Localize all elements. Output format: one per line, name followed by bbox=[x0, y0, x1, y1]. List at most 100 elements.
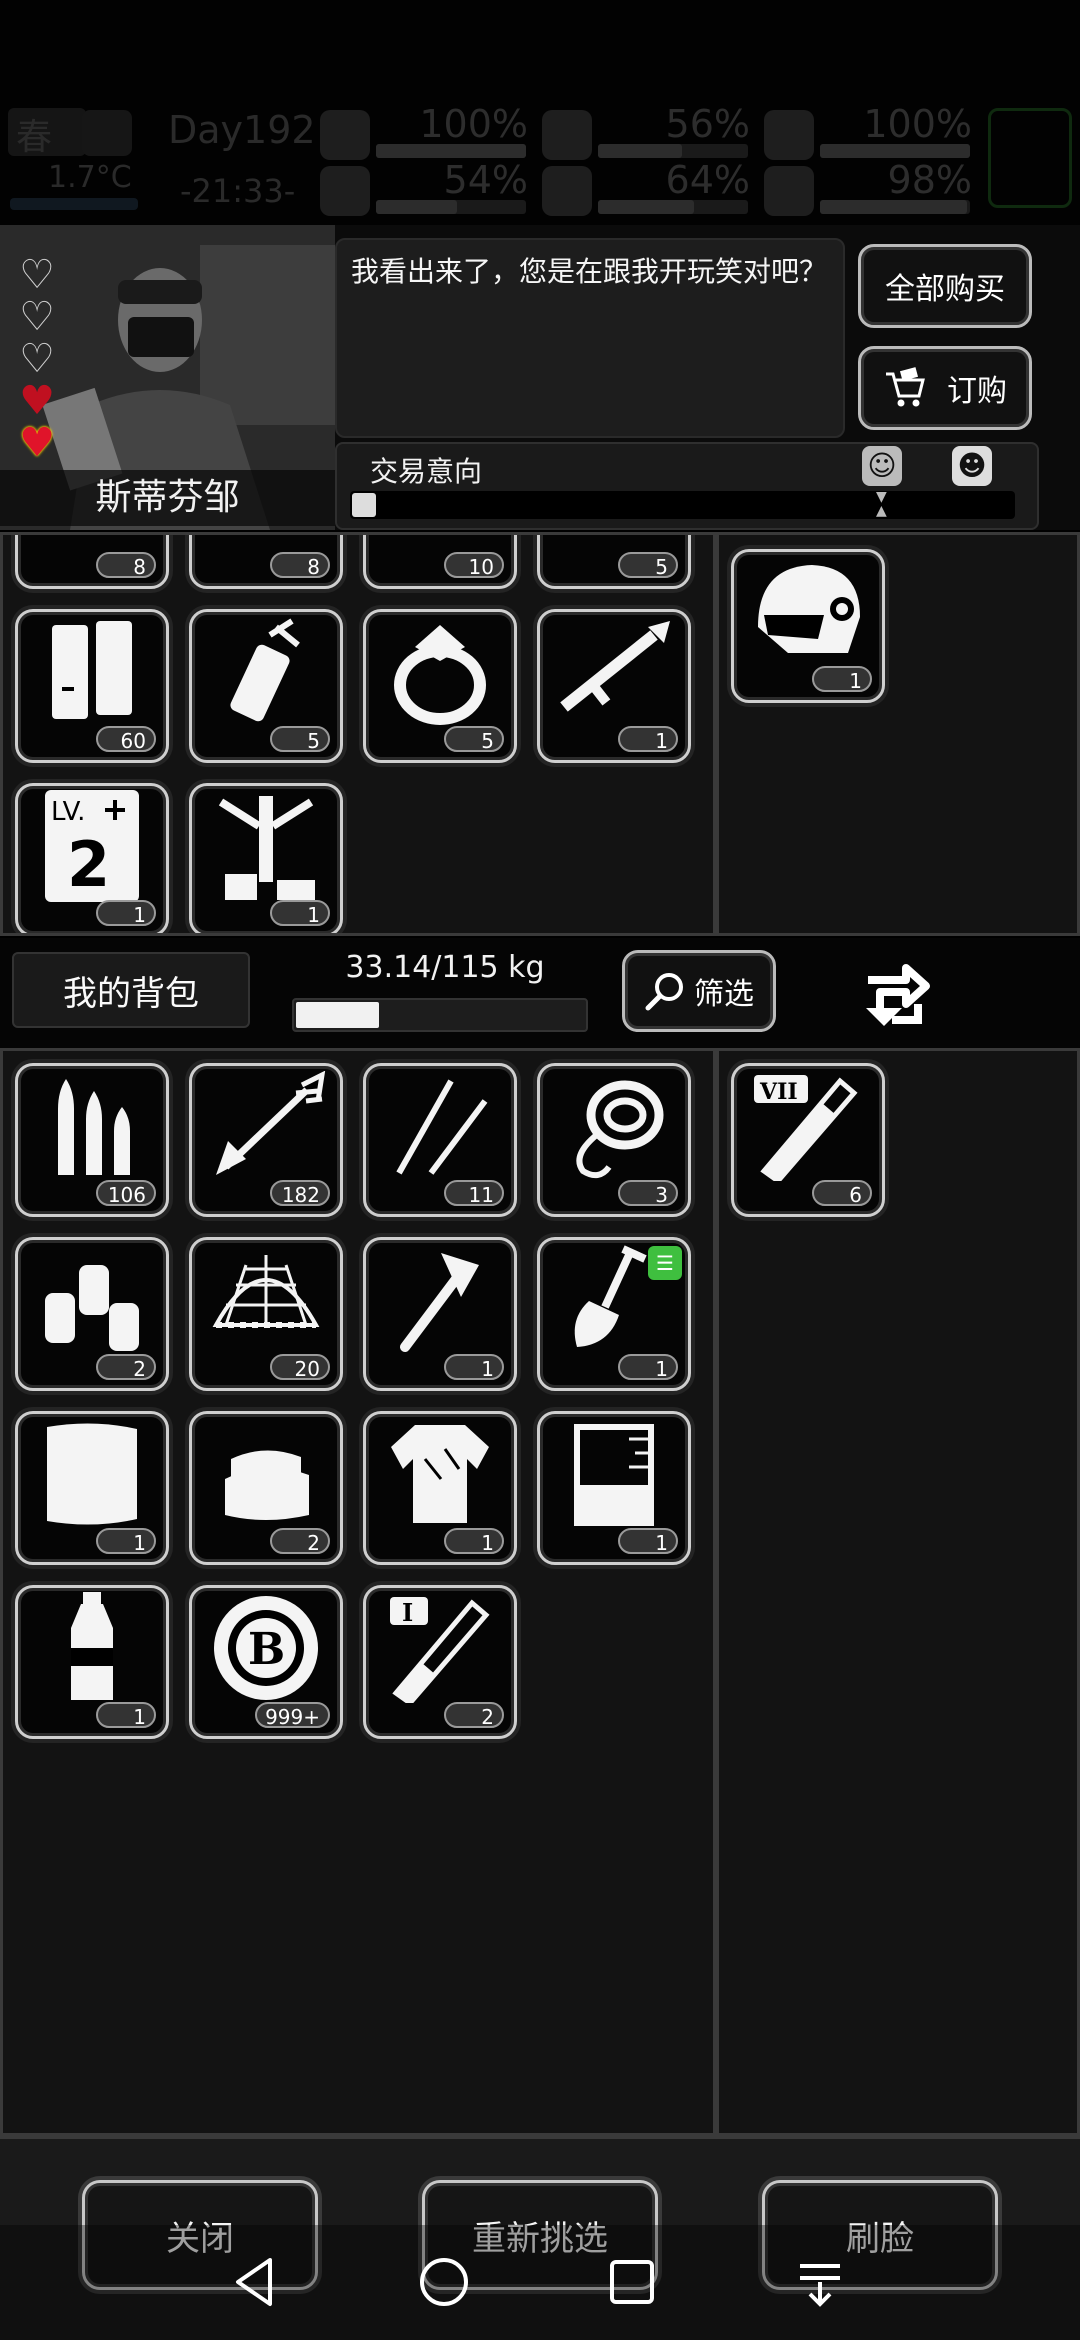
status-slot[interactable] bbox=[988, 108, 1072, 208]
neutral-face-icon: ☺ bbox=[862, 446, 902, 486]
item-slot[interactable]: 2 bbox=[189, 1411, 343, 1565]
item-count: 1 bbox=[618, 1528, 678, 1555]
coin-icon: B bbox=[192, 1588, 340, 1708]
item-slot[interactable]: 2 bbox=[15, 1237, 169, 1391]
stat-bar-fill bbox=[820, 200, 967, 214]
battery-icon bbox=[18, 612, 166, 732]
weather-icon bbox=[82, 110, 132, 156]
stat-bar bbox=[598, 144, 748, 158]
stat-bar bbox=[820, 200, 970, 214]
home-icon[interactable] bbox=[414, 2252, 474, 2312]
item-slot[interactable]: 5 bbox=[363, 609, 517, 763]
item-slot[interactable]: 1 bbox=[363, 1411, 517, 1565]
item-slot[interactable]: 3 bbox=[537, 1063, 691, 1217]
trader-offer-area[interactable]: 1 bbox=[716, 532, 1080, 936]
item-slot[interactable]: 1 bbox=[537, 609, 691, 763]
item-slot[interactable]: 60 bbox=[15, 609, 169, 763]
system-nav-bar bbox=[0, 2225, 1080, 2340]
order-button[interactable]: 订购 bbox=[858, 346, 1032, 430]
buy-all-button[interactable]: 全部购买 bbox=[858, 244, 1032, 328]
trade-intent-bar bbox=[350, 491, 1015, 519]
cart-icon bbox=[883, 366, 927, 410]
svg-text:I: I bbox=[402, 1598, 413, 1627]
my-bag-label: 我的背包 bbox=[12, 952, 250, 1028]
stat-percent: 100% bbox=[419, 102, 528, 146]
test-tube-i-icon: I bbox=[366, 1588, 514, 1708]
stat-bar bbox=[376, 200, 526, 214]
axe-icon bbox=[366, 1240, 514, 1360]
item-count: 1 bbox=[618, 1354, 678, 1381]
clock: -21:33- bbox=[180, 172, 296, 210]
notification-pull-icon[interactable] bbox=[790, 2252, 850, 2312]
beaker-icon bbox=[540, 1414, 688, 1534]
magnifier-icon bbox=[644, 970, 686, 1012]
stat-percent: 98% bbox=[887, 158, 972, 202]
item-slot[interactable]: 10 bbox=[363, 535, 517, 589]
npc-dialog: 我看出来了，您是在跟我开玩笑对吧？ bbox=[335, 238, 845, 438]
item-count: 1 bbox=[618, 726, 678, 753]
rocket-launcher-icon bbox=[540, 612, 688, 732]
item-count: 6 bbox=[812, 1180, 872, 1207]
heart-empty-icon: ♡ bbox=[19, 336, 55, 382]
heart-empty-icon: ♡ bbox=[19, 252, 55, 298]
order-label: 订购 bbox=[947, 374, 1007, 409]
item-count: 182 bbox=[270, 1180, 330, 1207]
recents-icon[interactable] bbox=[602, 2252, 662, 2312]
item-slot[interactable]: 1 bbox=[15, 1411, 169, 1565]
trade-intent-label: 交易意向 bbox=[370, 455, 483, 488]
item-slot[interactable]: II2 bbox=[363, 1585, 517, 1739]
item-count: 1 bbox=[444, 1354, 504, 1381]
item-slot[interactable]: 8 bbox=[189, 535, 343, 589]
happy-face-icon: ☻ bbox=[952, 446, 992, 486]
item-count: 999+ bbox=[255, 1702, 330, 1729]
helmet-icon bbox=[734, 552, 882, 672]
item-slot[interactable]: 1 bbox=[189, 783, 343, 933]
rope-icon bbox=[540, 1066, 688, 1186]
item-slot[interactable]: 8 bbox=[15, 535, 169, 589]
back-icon[interactable] bbox=[226, 2252, 286, 2312]
item-slot[interactable]: 1 bbox=[537, 1411, 691, 1565]
bullets-icon bbox=[18, 1066, 166, 1186]
heart-filled-icon: ♥ bbox=[19, 378, 55, 424]
manual-lv2-icon: LV. 2 bbox=[18, 786, 166, 906]
item-slot[interactable]: B 999+ bbox=[189, 1585, 343, 1739]
svg-text:VII: VII bbox=[759, 1079, 798, 1105]
stat-bar bbox=[598, 200, 748, 214]
affinity-hearts: ♡ ♡ ♡ ♥ ♥ bbox=[14, 255, 64, 465]
intent-marker-icon: ▼ ▲ bbox=[876, 489, 887, 519]
stat-bar-fill bbox=[598, 200, 694, 214]
bag-offer-area[interactable]: VIIVII6 bbox=[716, 1048, 1080, 2136]
stat-bar-fill bbox=[376, 200, 457, 214]
season-text: 春 bbox=[16, 117, 53, 158]
trader-inventory[interactable]: 8810560551LV.2LV. 211 bbox=[0, 532, 716, 936]
item-count: 3 bbox=[618, 1180, 678, 1207]
stat-bar-fill bbox=[598, 144, 682, 158]
item-slot[interactable]: VIIVII6 bbox=[731, 1063, 885, 1217]
item-slot[interactable]: ☰ 1 bbox=[537, 1237, 691, 1391]
item-slot[interactable]: 1 bbox=[731, 549, 885, 703]
bag-inventory[interactable]: 1061821132201☰112111B999+II2 bbox=[0, 1048, 716, 2136]
ring-icon bbox=[366, 612, 514, 732]
swap-icon[interactable] bbox=[856, 950, 940, 1038]
item-slot[interactable]: 20 bbox=[189, 1237, 343, 1391]
bag-weight: 33.14/115 kg bbox=[345, 950, 545, 985]
stat-bar-fill bbox=[820, 144, 970, 158]
item-slot[interactable]: 182 bbox=[189, 1063, 343, 1217]
item-count: 5 bbox=[618, 552, 678, 579]
stat-bar bbox=[376, 144, 526, 158]
item-slot[interactable]: 106 bbox=[15, 1063, 169, 1217]
item-slot[interactable]: 1 bbox=[15, 1585, 169, 1739]
stat-percent: 64% bbox=[665, 158, 750, 202]
item-slot[interactable]: 11 bbox=[363, 1063, 517, 1217]
item-slot[interactable]: 1 bbox=[363, 1237, 517, 1391]
item-slot[interactable]: 5 bbox=[537, 535, 691, 589]
item-count: 1 bbox=[444, 1528, 504, 1555]
item-badge-icon: ☰ bbox=[648, 1246, 682, 1280]
shirt-icon bbox=[366, 1414, 514, 1534]
season-box: 春 bbox=[8, 108, 86, 158]
day-counter: Day192 bbox=[168, 108, 316, 152]
filter-button[interactable]: 筛选 bbox=[622, 950, 776, 1032]
item-slot[interactable]: 5 bbox=[189, 609, 343, 763]
item-slot[interactable]: LV.2LV. 21 bbox=[15, 783, 169, 933]
item-count: 10 bbox=[444, 552, 504, 579]
